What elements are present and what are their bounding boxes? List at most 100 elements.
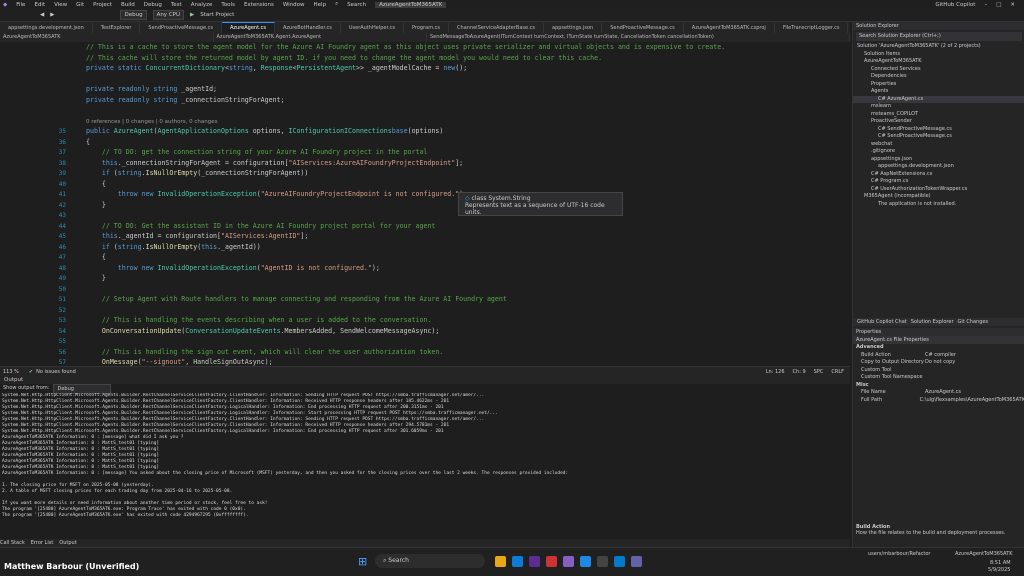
property-row[interactable]: Copy to Output Directory Do not copy — [853, 359, 1024, 367]
code-line[interactable]: { — [86, 179, 850, 190]
git-branch[interactable]: users/mbarbour/Refactor — [868, 551, 930, 557]
document-tab[interactable]: FileTranscriptLogger.cs — [775, 23, 849, 33]
menu-item[interactable]: Analyze — [191, 2, 213, 8]
menu-search[interactable]: Search — [347, 2, 366, 8]
menu-item[interactable]: Git — [76, 2, 84, 8]
properties-subject[interactable]: AzureAgent.cs File Properties — [853, 336, 1024, 344]
start-project-button[interactable]: Start Project — [200, 12, 234, 18]
back-icon[interactable]: ◀ — [40, 12, 44, 18]
menu-item[interactable]: Help — [314, 2, 327, 8]
menu-item[interactable]: Build — [121, 2, 135, 8]
code-line[interactable]: // Setup Agent with Route handlers to ma… — [86, 294, 850, 305]
solution-tree-item[interactable]: C# AzureAgent.cs — [853, 95, 1024, 103]
whitespace-indicator[interactable]: SPC — [814, 369, 824, 375]
git-repo[interactable]: AzureAgentToM365ATK — [955, 551, 1013, 557]
code-line[interactable] — [86, 336, 850, 347]
solution-tree-item[interactable]: Solution 'AzureAgentToM365ATK' (2 of 2 p… — [853, 43, 1024, 51]
minimize-icon[interactable]: – — [984, 2, 987, 8]
property-row[interactable]: Advanced — [853, 344, 1024, 352]
property-row[interactable]: Build Action C# compiler — [853, 352, 1024, 360]
solution-tree-item[interactable]: C# Program.cs — [853, 178, 1024, 186]
document-tab[interactable]: AzureAgent.cs — [222, 22, 275, 33]
solution-tree-item[interactable]: appsettings.development.json — [853, 163, 1024, 171]
property-value[interactable] — [925, 374, 1024, 382]
solution-search-input[interactable]: Search Solution Explorer (Ctrl+;) — [856, 32, 1022, 41]
app-icon[interactable] — [631, 556, 642, 567]
code-line[interactable]: { — [86, 137, 850, 148]
code-line[interactable]: OnMessage("--signout", HandleSignOutAsyn… — [86, 357, 850, 366]
code-line[interactable]: private readonly string _connectionStrin… — [86, 95, 850, 106]
teams-icon[interactable] — [529, 556, 540, 567]
code-line[interactable]: private static ConcurrentDictionary<stri… — [86, 63, 850, 74]
document-tab[interactable]: Program.cs — [404, 23, 450, 33]
code-line[interactable]: // This is a cache to store the agent mo… — [86, 42, 850, 53]
output-tab[interactable]: Error List — [31, 540, 54, 546]
code-line[interactable] — [86, 74, 850, 85]
menu-item[interactable]: View — [54, 2, 67, 8]
solution-tree-item[interactable]: C# AspNetExtensions.cs — [853, 171, 1024, 179]
document-tab[interactable]: UserAuthHelper.cs — [341, 23, 404, 33]
property-value[interactable] — [920, 382, 1024, 390]
document-tab[interactable]: AzureBotHandler.cs — [275, 23, 341, 33]
solution-tree-item[interactable]: C# SendProactiveMessage.cs — [853, 133, 1024, 141]
menu-item[interactable]: Tools — [221, 2, 235, 8]
output-tab[interactable]: Output — [59, 540, 76, 546]
code-line[interactable] — [86, 105, 850, 116]
solution-tree-item[interactable]: webchat — [853, 141, 1024, 149]
right-panel-tab[interactable]: GitHub Copilot Chat — [857, 319, 907, 325]
nav-member[interactable]: SendMessageToAzureAgent(ITurnContext tur… — [427, 33, 850, 42]
char-indicator[interactable]: Ch: 9 — [793, 369, 806, 375]
document-tab[interactable]: AzureAgentToM365ATK.csproj — [684, 23, 775, 33]
solution-tree-item[interactable]: M365Agent (incompatible) — [853, 193, 1024, 201]
zoom-level[interactable]: 113 % — [3, 369, 19, 375]
start-icon[interactable]: ▶ — [190, 12, 194, 18]
code-editor[interactable]: 35 36 37 38 39 40 41 42 43 44 45 46 47 48 49 50 51 52 53 54… — [0, 42, 850, 366]
menu-item[interactable]: File — [16, 2, 25, 8]
forward-icon[interactable]: ▶ — [50, 12, 54, 18]
solution-tree-item[interactable]: ProactiveSender — [853, 118, 1024, 126]
configuration-select[interactable]: Debug — [120, 10, 147, 20]
menu-item[interactable]: Window — [283, 2, 305, 8]
code-line[interactable]: throw new InvalidOperationException("Age… — [86, 263, 850, 274]
solution-tree-item[interactable]: Solution Items — [853, 51, 1024, 59]
property-value[interactable]: AzureAgent.cs — [925, 389, 1024, 397]
code-line[interactable]: this.​_connectionStringForAgent = config… — [86, 158, 850, 169]
file-explorer-icon[interactable] — [495, 556, 506, 567]
maximize-icon[interactable]: □ — [996, 2, 1001, 8]
property-row[interactable]: Full Path C:\ulg\flexsamples\AzureAgentTo… — [853, 397, 1024, 405]
copilot-button[interactable]: GitHub Copilot — [935, 2, 975, 8]
property-value[interactable]: C:\ulg\flexsamples\AzureAgentToM365ATK — [920, 397, 1024, 405]
chrome-icon[interactable] — [546, 556, 557, 567]
code-line[interactable]: // TO DO: Get the assistant ID in the Az… — [86, 221, 850, 232]
close-icon[interactable]: ✕ — [1010, 2, 1015, 8]
menu-item[interactable]: Test — [171, 2, 182, 8]
right-panel-tab[interactable]: Git Changes — [958, 319, 989, 325]
menu-item[interactable]: Debug — [144, 2, 162, 8]
terminal-icon[interactable] — [597, 556, 608, 567]
output-tab[interactable]: Call Stack — [0, 540, 25, 546]
outlook-icon[interactable] — [580, 556, 591, 567]
output-source-select[interactable]: Debug — [53, 383, 112, 394]
solution-tree-item[interactable]: C# SendProactiveMessage.cs — [853, 126, 1024, 134]
code-line[interactable]: // TO DO: get the connection string of y… — [86, 147, 850, 158]
solution-tree-item[interactable]: appsettings.json — [853, 156, 1024, 164]
nav-project[interactable]: AzureAgentToM365ATK — [0, 33, 214, 42]
right-panel-tab[interactable]: Solution Explorer — [911, 319, 954, 325]
menu-item[interactable]: Project — [93, 2, 112, 8]
code-line[interactable] — [86, 305, 850, 316]
code-line[interactable]: // This is handling the sign out event, … — [86, 347, 850, 358]
solution-tree-item[interactable]: mslearn — [853, 103, 1024, 111]
solution-tree-item[interactable]: Agents — [853, 88, 1024, 96]
issues-status[interactable]: No issues found — [36, 369, 76, 375]
vscode-icon[interactable] — [614, 556, 625, 567]
document-tab[interactable]: SendProactiveMessage.cs — [140, 23, 223, 33]
document-tab[interactable]: SendProactiveMessage.cs — [602, 23, 684, 33]
property-value[interactable]: C# compiler — [925, 352, 1024, 360]
code-line[interactable]: public AzureAgent(AgentApplicationOption… — [86, 126, 850, 137]
windows-start-icon[interactable]: ⊞ — [358, 555, 369, 568]
line-indicator[interactable]: Ln: 126 — [766, 369, 785, 375]
solution-tree-item[interactable]: msteams_COPILOT — [853, 111, 1024, 119]
property-row[interactable]: Custom Tool — [853, 367, 1024, 375]
code-line[interactable]: { — [86, 252, 850, 263]
platform-select[interactable]: Any CPU — [152, 10, 184, 20]
